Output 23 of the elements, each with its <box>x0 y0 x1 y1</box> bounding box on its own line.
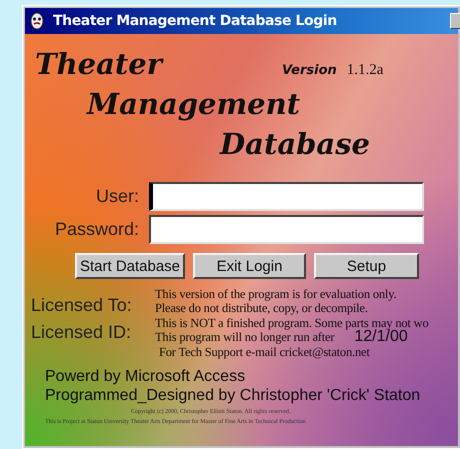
license-label: Licensed To: <box>31 295 133 316</box>
user-field[interactable] <box>149 182 424 211</box>
notice-text: This program will no longer run after <box>155 330 334 345</box>
notice-text: For Tech Support e-mail cricket@staton.net <box>158 344 370 360</box>
logo-text: Theater <box>35 46 162 83</box>
version-label: Version <box>282 63 337 78</box>
license-label: Licensed ID: <box>31 322 132 343</box>
expiry-date: 12/1/00 <box>354 330 408 344</box>
field-label: Password: <box>54 219 139 240</box>
window-title: Theater Management Database Login <box>53 13 337 29</box>
field-label: User: <box>94 186 139 207</box>
action-button[interactable]: Start Database <box>75 253 185 279</box>
password-field[interactable] <box>149 215 424 244</box>
action-button[interactable]: Exit Login <box>193 253 306 279</box>
notice-text: Please do not distribute, copy, or decompile. <box>155 301 368 316</box>
notice-text: This version of the program is for evaluation only. <box>155 287 396 302</box>
version-number: 1.1.2a <box>346 62 384 79</box>
credit-text: Powerd by Microsoft Access <box>45 367 246 386</box>
action-button[interactable]: Setup <box>314 253 419 279</box>
logo-text: Database <box>220 126 371 163</box>
notice-text: This is NOT a finished program. Some parts may not wo <box>155 316 429 330</box>
logo-text: Management <box>87 86 302 123</box>
credit-text: Programmed_Designed by Christopher 'Crick' Staton <box>45 386 422 406</box>
